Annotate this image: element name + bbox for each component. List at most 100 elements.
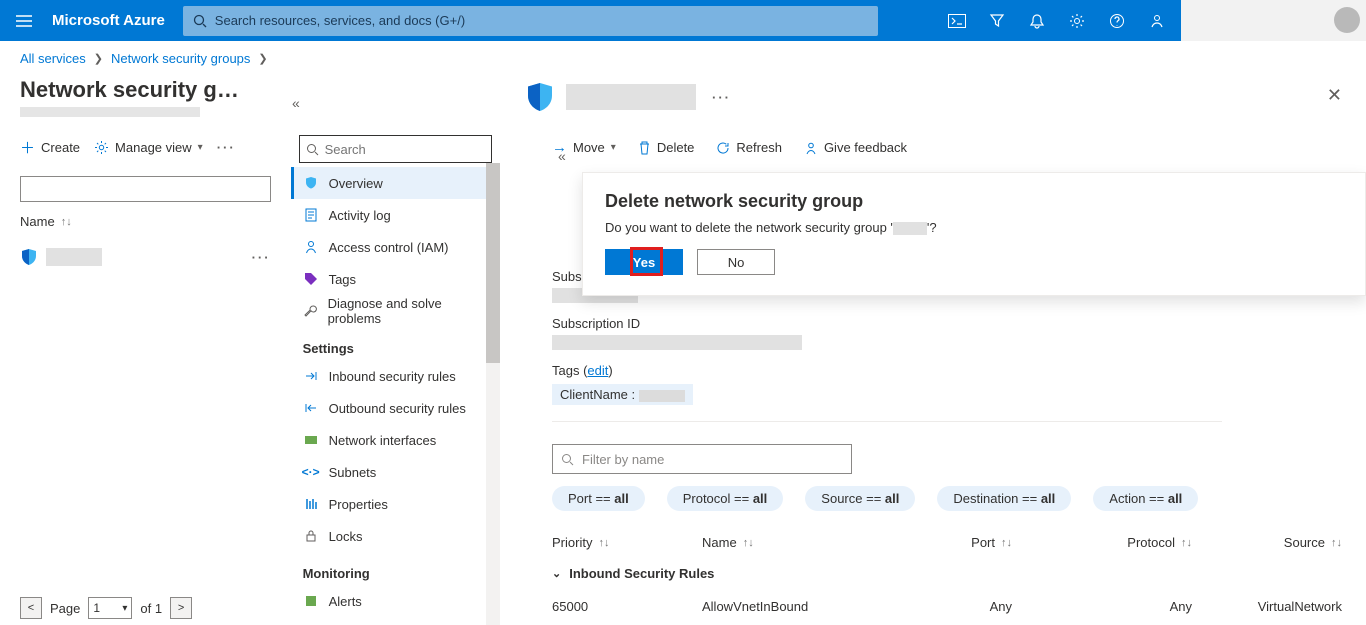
notifications-icon[interactable] [1017,0,1057,41]
delete-button[interactable]: Delete [638,140,695,155]
pill-protocol[interactable]: Protocol == all [667,486,784,511]
close-icon[interactable]: ✕ [1327,85,1342,106]
tags-label: Tags (edit) [552,363,1342,378]
feedback-icon[interactable] [1137,0,1177,41]
breadcrumb-nsg[interactable]: Network security groups [111,51,250,66]
nav-alerts[interactable]: Alerts [291,585,500,617]
chevron-down-icon: ⌄ [552,567,561,580]
nav-properties[interactable]: Properties [291,488,500,520]
page-select[interactable]: 1▾ [88,597,132,619]
shield-icon [524,81,556,113]
nic-icon [303,432,319,448]
th-port[interactable]: Port↑↓ [862,535,1012,550]
nav-network-interfaces[interactable]: Network interfaces [291,424,500,456]
nav-access-control[interactable]: Access control (IAM) [291,231,500,263]
chevron-right-icon: ❯ [258,52,267,65]
resource-more-button[interactable]: ··· [712,90,731,105]
resource-search[interactable] [299,135,492,163]
global-search-input[interactable] [215,13,868,28]
refresh-icon [716,141,730,155]
cloud-shell-icon[interactable] [937,0,977,41]
lock-icon [303,528,319,544]
nav-diagnose[interactable]: Diagnose and solve problems [291,295,500,327]
subnet-icon: <·> [303,464,319,480]
filter-icon[interactable] [977,0,1017,41]
resource-title-placeholder [566,84,696,110]
brand-label[interactable]: Microsoft Azure [48,12,183,29]
search-icon [561,453,574,466]
search-icon [306,143,319,156]
chevron-right-icon: ❯ [94,52,103,65]
subscription-id-value-placeholder [552,335,802,350]
move-button[interactable]: →Move▾ [552,139,616,156]
prev-page-button[interactable]: < [20,597,42,619]
top-bar: Microsoft Azure [0,0,1366,41]
nav-section-monitoring: Monitoring [291,552,500,585]
pill-port[interactable]: Port == all [552,486,645,511]
pane-subtitle-placeholder [20,107,200,117]
dialog-title: Delete network security group [605,191,1343,212]
chevron-down-icon: ▾ [198,142,203,153]
nav-activity-log[interactable]: Activity log [291,199,500,231]
feedback-button[interactable]: Give feedback [804,140,907,155]
settings-icon[interactable] [1057,0,1097,41]
create-button[interactable]: ＋Create [20,137,80,158]
list-pane: Network security g… ＋Create Manage view▾… [0,75,291,625]
resource-search-input[interactable] [325,142,485,157]
scrollbar[interactable] [486,163,500,625]
arrow-icon: → [552,139,567,156]
pill-source[interactable]: Source == all [805,486,915,511]
alert-icon [303,593,319,609]
shield-icon [20,248,38,266]
th-priority[interactable]: Priority↑↓ [552,535,702,550]
menu-icon[interactable] [0,0,48,41]
nav-tags[interactable]: Tags [291,263,500,295]
th-protocol[interactable]: Protocol↑↓ [1012,535,1192,550]
pane-title: Network security g… [20,77,271,103]
outbound-icon [303,400,319,416]
pill-action[interactable]: Action == all [1093,486,1198,511]
nav-inbound-rules[interactable]: Inbound security rules [291,360,500,392]
log-icon [303,207,319,223]
no-button[interactable]: No [697,249,775,275]
search-icon [193,14,207,28]
column-header-name[interactable]: Name↑↓ [20,214,271,229]
nav-locks[interactable]: Locks [291,520,500,552]
more-button[interactable]: ··· [217,140,236,155]
person-icon [804,141,818,155]
delete-confirm-dialog: Delete network security group Do you wan… [582,172,1366,296]
tag-icon [303,271,319,287]
tags-edit-link[interactable]: edit [587,363,608,378]
profile-area[interactable] [1181,0,1366,41]
gear-icon [94,140,109,155]
dialog-text: Do you want to delete the network securi… [605,220,1343,235]
wrench-icon [303,303,318,319]
table-group-inbound[interactable]: ⌄Inbound Security Rules [552,556,1342,591]
tag-chip[interactable]: ClientName : [552,384,693,405]
manage-view-button[interactable]: Manage view▾ [94,140,203,155]
nav-section-settings: Settings [291,327,500,360]
pager: < Page 1▾ of 1 > [20,591,271,625]
filter-input[interactable] [20,176,271,202]
refresh-button[interactable]: Refresh [716,140,782,155]
nav-subnets[interactable]: <·>Subnets [291,456,500,488]
nav-overview[interactable]: Overview [291,167,500,199]
row-more-button[interactable]: ··· [252,250,271,265]
th-source[interactable]: Source↑↓ [1192,535,1342,550]
resource-nav: Overview Activity log Access control (IA… [291,75,500,625]
plus-icon: ＋ [20,137,35,158]
avatar-icon [1334,7,1360,33]
yes-button[interactable]: Yes [605,249,683,275]
filter-by-name[interactable]: Filter by name [552,444,852,474]
shield-icon [303,175,319,191]
list-item[interactable]: ··· [20,239,271,275]
help-icon[interactable] [1097,0,1137,41]
breadcrumb-all-services[interactable]: All services [20,51,86,66]
nav-outbound-rules[interactable]: Outbound security rules [291,392,500,424]
next-page-button[interactable]: > [170,597,192,619]
table-row[interactable]: 65000 AllowVnetInBound Any Any VirtualNe… [552,591,1342,622]
th-name[interactable]: Name↑↓ [702,535,862,550]
global-search[interactable] [183,6,878,36]
trash-icon [638,141,651,155]
pill-destination[interactable]: Destination == all [937,486,1071,511]
